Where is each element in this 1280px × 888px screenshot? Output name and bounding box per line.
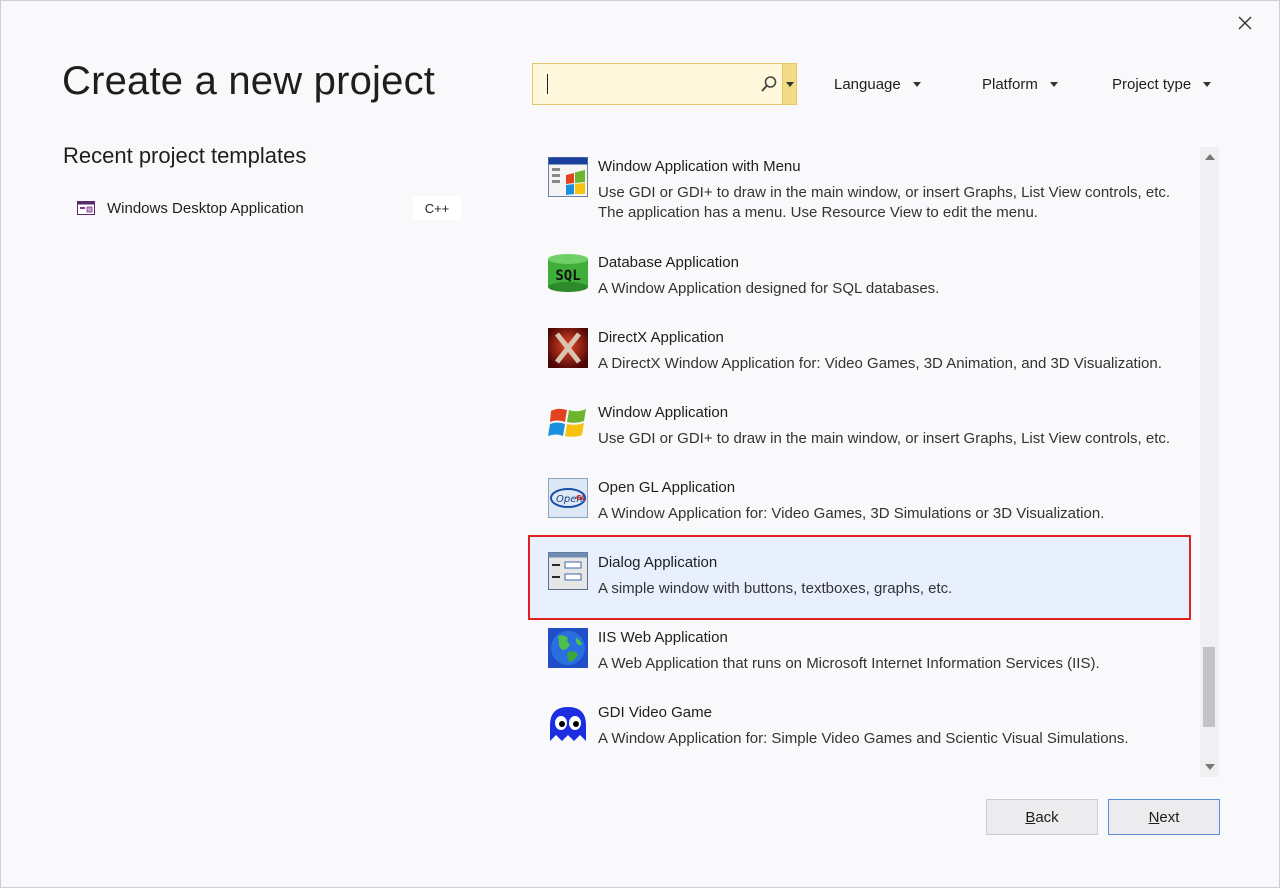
- template-description: A Window Application designed for SQL da…: [598, 280, 940, 297]
- recent-templates-title: Recent project templates: [63, 143, 307, 168]
- template-name: Dialog Application: [598, 554, 718, 571]
- chevron-down-icon: [1049, 81, 1058, 87]
- language-filter[interactable]: Language: [834, 73, 921, 95]
- recent-template-item[interactable]: Windows Desktop Application C++: [77, 195, 461, 221]
- text-caret: [547, 74, 548, 94]
- template-list: Window Application with Menu Use GDI or …: [528, 147, 1200, 777]
- windows-flag-icon: [548, 403, 588, 443]
- template-description: A simple window with buttons, textboxes,…: [598, 580, 953, 597]
- template-name: Open GL Application: [598, 479, 736, 496]
- template-description: Use GDI or GDI+ to draw in the main wind…: [598, 430, 1171, 447]
- chevron-up-icon: [1204, 154, 1215, 160]
- platform-filter-label: Platform: [982, 75, 1038, 93]
- globe-icon: [548, 628, 588, 668]
- svg-text:SQL: SQL: [555, 268, 580, 284]
- template-item-window-application[interactable]: Window Application Use GDI or GDI+ to dr…: [528, 393, 1192, 475]
- next-button[interactable]: Next: [1108, 799, 1220, 835]
- recent-template-label: Windows Desktop Application: [107, 199, 304, 217]
- sql-database-icon: SQL: [548, 253, 588, 293]
- template-description: A Web Application that runs on Microsoft…: [598, 655, 1100, 672]
- close-button[interactable]: [1233, 11, 1257, 35]
- scroll-thumb[interactable]: [1203, 647, 1215, 727]
- search-dropdown-button[interactable]: [782, 64, 796, 104]
- template-name: IIS Web Application: [598, 629, 728, 646]
- window-menu-icon: [548, 157, 588, 197]
- template-list-scrollbar[interactable]: [1200, 147, 1219, 777]
- ghost-icon: [548, 703, 588, 743]
- scroll-down-button[interactable]: [1200, 757, 1219, 777]
- project-type-filter-label: Project type: [1112, 75, 1192, 93]
- language-filter-label: Language: [834, 75, 901, 93]
- template-description: A Window Application for: Simple Video G…: [598, 730, 1129, 747]
- search-icon[interactable]: [756, 64, 782, 104]
- dialog-window-icon: [548, 552, 588, 592]
- windows-desktop-icon: [77, 201, 95, 215]
- template-description: A DirectX Window Application for: Video …: [598, 355, 1162, 372]
- close-icon: [1238, 16, 1252, 30]
- template-description: A Window Application for: Video Games, 3…: [598, 505, 1105, 522]
- template-item-gdi-video-game[interactable]: GDI Video Game A Window Application for:…: [528, 693, 1192, 775]
- next-button-label: ext: [1159, 808, 1180, 826]
- directx-icon: [548, 328, 588, 368]
- template-description: Use GDI or GDI+ to draw in the main wind…: [598, 184, 1171, 221]
- search-input[interactable]: [533, 64, 756, 104]
- template-name: Window Application with Menu: [598, 158, 801, 175]
- chevron-down-icon: [1204, 764, 1215, 770]
- template-name: DirectX Application: [598, 329, 724, 346]
- back-button[interactable]: Back: [986, 799, 1098, 835]
- back-button-label: ack: [1035, 808, 1059, 826]
- template-item-directx-application[interactable]: DirectX Application A DirectX Window App…: [528, 318, 1192, 400]
- project-type-filter[interactable]: Project type: [1112, 73, 1212, 95]
- page-title: Create a new project: [62, 59, 436, 103]
- template-item-database-application[interactable]: SQL Database Application A Window Applic…: [528, 243, 1192, 325]
- dialog-window: Create a new project Recent project temp…: [0, 0, 1280, 888]
- template-name: Database Application: [598, 254, 739, 271]
- back-button-accel: B: [1025, 808, 1036, 826]
- template-name: GDI Video Game: [598, 704, 712, 721]
- next-button-accel: N: [1148, 808, 1160, 826]
- svg-text:GL: GL: [576, 494, 587, 502]
- template-item-dialog-application[interactable]: Dialog Application A simple window with …: [528, 535, 1191, 620]
- template-item-window-application-with-menu[interactable]: Window Application with Menu Use GDI or …: [528, 147, 1192, 235]
- platform-filter[interactable]: Platform: [982, 73, 1058, 95]
- chevron-down-icon: [1203, 81, 1212, 87]
- template-item-iis-web-application[interactable]: IIS Web Application A Web Application th…: [528, 618, 1192, 700]
- chevron-down-icon: [912, 81, 921, 87]
- scroll-up-button[interactable]: [1200, 147, 1219, 167]
- search-box[interactable]: [532, 63, 797, 105]
- template-name: Window Application: [598, 404, 729, 421]
- language-tag: C++: [413, 196, 461, 220]
- chevron-down-icon: [785, 81, 794, 87]
- opengl-icon: Open GL: [548, 478, 588, 518]
